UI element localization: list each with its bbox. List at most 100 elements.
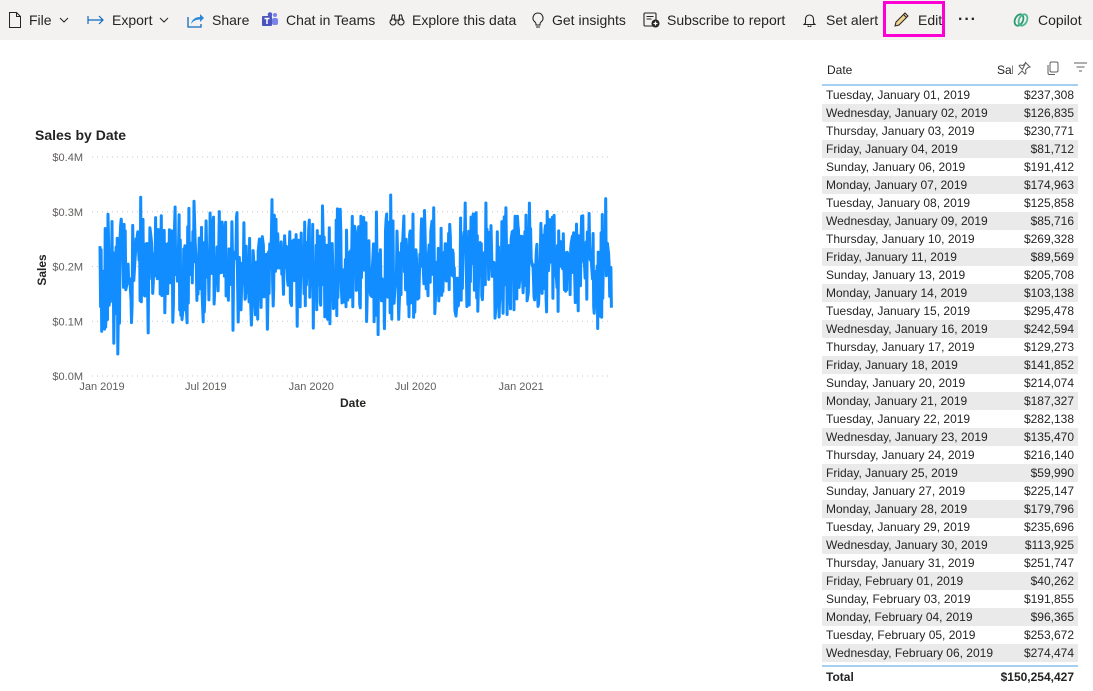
table-row[interactable]: Sunday, January 27, 2019 $225,147 — [822, 482, 1078, 500]
cell-sales: $126,835 — [1023, 106, 1074, 120]
sales-line-chart[interactable]: $0.0M$0.1M$0.2M$0.3M$0.4M Jan 2019 Jul 20… — [0, 140, 640, 430]
table-row[interactable]: Wednesday, January 02, 2019 $126,835 — [822, 104, 1078, 122]
cell-sales: $179,796 — [1023, 502, 1074, 516]
table-row[interactable]: Sunday, January 20, 2019 $214,074 — [822, 374, 1078, 392]
chat-in-teams-label: Chat in Teams — [286, 12, 376, 28]
export-menu-button[interactable]: Export — [87, 0, 169, 40]
y-axis-label: Sales — [35, 254, 49, 286]
y-tick-label: $0.4M — [52, 152, 83, 164]
set-alert-button[interactable]: Set alert — [803, 0, 878, 40]
share-button[interactable]: Share — [187, 0, 249, 40]
table-row[interactable]: Thursday, January 31, 2019 $251,747 — [822, 554, 1078, 572]
cell-date: Friday, January 18, 2019 — [826, 358, 958, 372]
cell-date: Wednesday, January 16, 2019 — [826, 322, 988, 336]
table-row[interactable]: Wednesday, January 23, 2019 $135,470 — [822, 428, 1078, 446]
table-row[interactable]: Sunday, February 03, 2019 $191,855 — [822, 590, 1078, 608]
table-row[interactable]: Monday, January 21, 2019 $187,327 — [822, 392, 1078, 410]
pin-icon[interactable] — [1017, 61, 1031, 78]
x-tick-label: Jan 2020 — [289, 381, 334, 393]
filter-icon[interactable] — [1074, 61, 1087, 76]
table-row[interactable]: Tuesday, January 29, 2019 $235,696 — [822, 518, 1078, 536]
sales-table: Date Sal Tuesday, January 01, 2019 $237,3… — [822, 56, 1087, 687]
table-row[interactable]: Wednesday, February 06, 2019 $274,474 — [822, 644, 1078, 662]
more-options-button[interactable]: ··· — [958, 0, 977, 40]
table-row[interactable]: Friday, January 11, 2019 $89,569 — [822, 248, 1078, 266]
file-icon — [8, 12, 22, 28]
cell-sales: $282,138 — [1023, 412, 1074, 426]
table-row[interactable]: Monday, January 28, 2019 $179,796 — [822, 500, 1078, 518]
table-row[interactable]: Wednesday, January 30, 2019 $113,925 — [822, 536, 1078, 554]
table-row[interactable]: Tuesday, February 05, 2019 $253,672 — [822, 626, 1078, 644]
explore-this-data-button[interactable]: Explore this data — [389, 0, 516, 40]
x-tick-label: Jul 2020 — [395, 381, 437, 393]
cell-sales: $96,365 — [1030, 610, 1074, 624]
chevron-down-icon — [59, 17, 69, 23]
cell-sales: $174,963 — [1023, 178, 1074, 192]
sales-series-line[interactable] — [98, 193, 613, 356]
file-menu-button[interactable]: File — [8, 0, 69, 40]
table-row[interactable]: Monday, January 07, 2019 $174,963 — [822, 176, 1078, 194]
cell-date: Monday, January 07, 2019 — [826, 178, 968, 192]
copy-icon[interactable] — [1047, 61, 1059, 78]
table-row[interactable]: Tuesday, January 08, 2019 $125,858 — [822, 194, 1078, 212]
edit-button[interactable]: Edit — [893, 0, 942, 40]
cell-date: Friday, January 11, 2019 — [826, 250, 957, 264]
y-tick-label: $0.1M — [52, 316, 83, 328]
y-tick-label: $0.3M — [52, 207, 83, 219]
toolbar: File Export Share Chat in Teams Explore … — [0, 0, 1093, 40]
cell-sales: $205,708 — [1023, 268, 1074, 282]
cell-date: Friday, January 25, 2019 — [826, 466, 958, 480]
table-row[interactable]: Monday, February 04, 2019 $96,365 — [822, 608, 1078, 626]
table-row[interactable]: Thursday, January 03, 2019 $230,771 — [822, 122, 1078, 140]
cell-date: Monday, January 28, 2019 — [826, 502, 968, 516]
cell-date: Monday, February 04, 2019 — [826, 610, 973, 624]
table-row[interactable]: Friday, January 04, 2019 $81,712 — [822, 140, 1078, 158]
table-row[interactable]: Thursday, January 10, 2019 $269,328 — [822, 230, 1078, 248]
table-row[interactable]: Thursday, January 17, 2019 $129,273 — [822, 338, 1078, 356]
cell-sales: $269,328 — [1023, 232, 1074, 246]
table-row[interactable]: Tuesday, January 15, 2019 $295,478 — [822, 302, 1078, 320]
cell-date: Monday, January 21, 2019 — [826, 394, 968, 408]
subscribe-to-report-button[interactable]: Subscribe to report — [643, 0, 785, 40]
x-tick-label: Jan 2019 — [79, 381, 124, 393]
more-icon: ··· — [958, 11, 977, 28]
total-label: Total — [826, 670, 854, 684]
copilot-button[interactable]: Copilot — [1013, 0, 1082, 40]
cell-date: Tuesday, January 22, 2019 — [826, 412, 971, 426]
cell-sales: $129,273 — [1023, 340, 1074, 354]
x-tick-label: Jul 2019 — [185, 381, 227, 393]
cell-date: Thursday, January 24, 2019 — [826, 448, 975, 462]
cell-sales: $125,858 — [1023, 196, 1074, 210]
table-row[interactable]: Sunday, January 06, 2019 $191,412 — [822, 158, 1078, 176]
table-row[interactable]: Sunday, January 13, 2019 $205,708 — [822, 266, 1078, 284]
table-row[interactable]: Friday, January 18, 2019 $141,852 — [822, 356, 1078, 374]
cell-date: Tuesday, January 01, 2019 — [826, 88, 971, 102]
cell-date: Tuesday, January 29, 2019 — [826, 520, 971, 534]
table-row[interactable]: Tuesday, January 01, 2019 $237,308 — [822, 86, 1078, 104]
table-row[interactable]: Friday, February 01, 2019 $40,262 — [822, 572, 1078, 590]
y-axis-ticks: $0.0M$0.1M$0.2M$0.3M$0.4M — [52, 152, 83, 383]
cell-date: Sunday, January 20, 2019 — [826, 376, 966, 390]
share-icon — [187, 12, 205, 28]
table-row[interactable]: Tuesday, January 22, 2019 $282,138 — [822, 410, 1078, 428]
cell-date: Thursday, January 31, 2019 — [826, 556, 975, 570]
table-row[interactable]: Wednesday, January 09, 2019 $85,716 — [822, 212, 1078, 230]
export-arrow-icon — [87, 15, 105, 25]
table-row[interactable]: Thursday, January 24, 2019 $216,140 — [822, 446, 1078, 464]
get-insights-button[interactable]: Get insights — [531, 0, 626, 40]
table-row[interactable]: Wednesday, January 16, 2019 $242,594 — [822, 320, 1078, 338]
subscribe-icon — [643, 12, 660, 28]
subscribe-to-report-label: Subscribe to report — [667, 12, 786, 28]
pencil-icon — [893, 12, 909, 28]
table-row[interactable]: Friday, January 25, 2019 $59,990 — [822, 464, 1078, 482]
explore-this-data-label: Explore this data — [412, 12, 517, 28]
cell-sales: $59,990 — [1030, 466, 1074, 480]
cell-sales: $141,852 — [1023, 358, 1074, 372]
chat-in-teams-button[interactable]: Chat in Teams — [261, 0, 375, 40]
column-header-sales[interactable]: Sal — [997, 63, 1013, 77]
cell-date: Wednesday, January 30, 2019 — [826, 538, 988, 552]
column-header-date[interactable]: Date — [827, 63, 852, 77]
table-row[interactable]: Monday, January 14, 2019 $103,138 — [822, 284, 1078, 302]
cell-date: Sunday, January 13, 2019 — [826, 268, 966, 282]
cell-date: Thursday, January 17, 2019 — [826, 340, 975, 354]
